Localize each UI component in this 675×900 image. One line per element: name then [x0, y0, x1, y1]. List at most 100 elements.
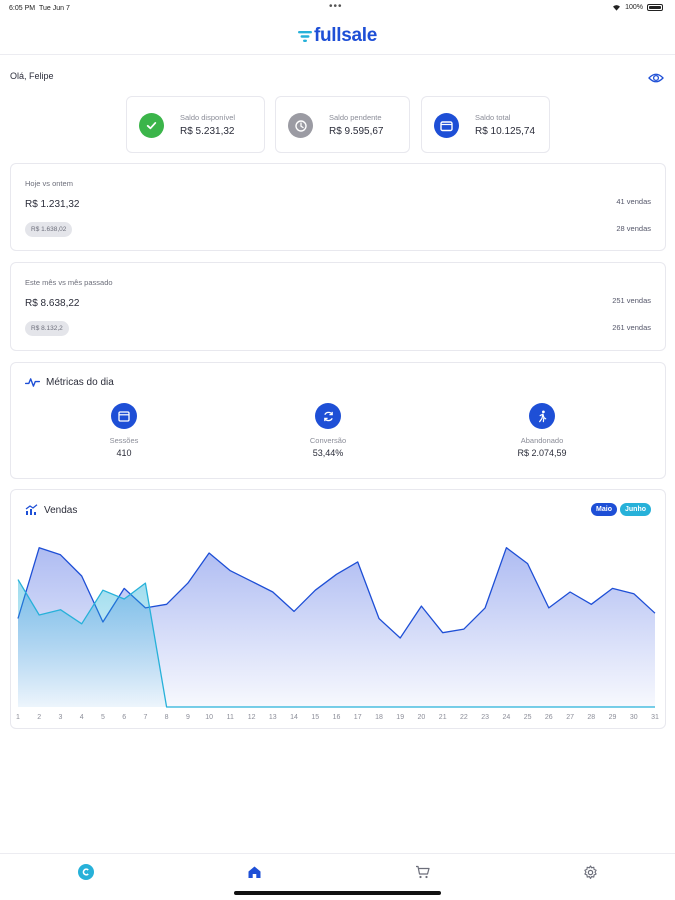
- data-point-maio-11[interactable]: [228, 569, 232, 573]
- data-point-junho-28[interactable]: [589, 705, 593, 709]
- x-tick-label: 23: [481, 714, 489, 721]
- data-point-junho-13[interactable]: [271, 705, 275, 709]
- data-point-junho-3[interactable]: [59, 608, 63, 612]
- cart-icon: [415, 865, 430, 879]
- data-point-junho-7[interactable]: [143, 581, 147, 585]
- data-point-junho-14[interactable]: [292, 705, 296, 709]
- data-point-maio-20[interactable]: [419, 604, 423, 608]
- data-point-maio-14[interactable]: [292, 609, 296, 613]
- x-tick-label: 25: [524, 714, 532, 721]
- data-point-junho-25[interactable]: [526, 705, 530, 709]
- metric-label: Conversão: [309, 436, 347, 445]
- multitask-dots-icon[interactable]: •••: [329, 1, 343, 12]
- tab-home[interactable]: [245, 863, 263, 881]
- x-tick-label: 19: [396, 714, 404, 721]
- data-point-junho-11[interactable]: [228, 705, 232, 709]
- eye-icon[interactable]: [648, 72, 664, 84]
- data-point-maio-23[interactable]: [483, 606, 487, 610]
- data-point-junho-26[interactable]: [547, 705, 551, 709]
- balance-label: Saldo total: [475, 113, 511, 122]
- month-vs-last-card[interactable]: Este mês vs mês passado R$ 8.638,22 R$ 8…: [10, 262, 666, 351]
- x-tick-label: 21: [439, 714, 447, 721]
- data-point-junho-4[interactable]: [80, 622, 84, 626]
- data-point-maio-18[interactable]: [377, 617, 381, 621]
- data-point-junho-31[interactable]: [653, 705, 657, 709]
- sales-chart: 1 2 3 4 5 6 7 8 9 10 11 12 13 14 15 16 17 18 19 20 21 22 23 24 2…: [16, 546, 659, 721]
- data-point-maio-2[interactable]: [37, 546, 41, 550]
- data-point-junho-10[interactable]: [207, 705, 211, 709]
- x-tick-label: 17: [354, 714, 362, 721]
- home-icon: [248, 866, 260, 878]
- x-tick-label: 30: [630, 714, 638, 721]
- data-point-maio-17[interactable]: [356, 560, 360, 564]
- data-point-junho-19[interactable]: [398, 705, 402, 709]
- data-point-maio-6[interactable]: [122, 586, 126, 590]
- data-point-maio-25[interactable]: [526, 562, 530, 566]
- tab-settings[interactable]: [581, 863, 599, 881]
- data-point-junho-6[interactable]: [122, 597, 126, 601]
- x-tick-label: 3: [59, 714, 63, 721]
- data-point-junho-18[interactable]: [377, 705, 381, 709]
- tab-profile[interactable]: [77, 863, 95, 881]
- x-tick-label: 10: [205, 714, 213, 721]
- app-header: fullsale: [0, 18, 675, 55]
- data-point-maio-13[interactable]: [271, 590, 275, 594]
- x-tick-label: 14: [290, 714, 298, 721]
- home-indicator: [234, 891, 441, 895]
- x-tick-label: 26: [545, 714, 553, 721]
- data-point-maio-27[interactable]: [568, 590, 572, 594]
- wallet-icon: [434, 113, 459, 138]
- data-point-junho-21[interactable]: [441, 705, 445, 709]
- data-point-maio-4[interactable]: [80, 574, 84, 578]
- data-point-junho-20[interactable]: [419, 705, 423, 709]
- sales-chart-card: Vendas Maio Junho 1 2 3 4 5 6 7 8 9 10 11 12 13 14 15 1…: [10, 489, 666, 729]
- data-point-maio-28[interactable]: [589, 602, 593, 606]
- today-vs-yesterday-card[interactable]: Hoje vs ontem R$ 1.231,32 R$ 1.638,02 41…: [10, 163, 666, 251]
- data-point-maio-12[interactable]: [250, 579, 254, 583]
- data-point-maio-26[interactable]: [547, 606, 551, 610]
- metric-conversion: Conversão 53,44%: [253, 403, 403, 458]
- data-point-junho-5[interactable]: [101, 588, 105, 592]
- data-point-maio-8[interactable]: [165, 602, 169, 606]
- data-point-junho-16[interactable]: [335, 705, 339, 709]
- data-point-maio-30[interactable]: [632, 592, 636, 596]
- check-icon: [139, 113, 164, 138]
- balance-card-pending: Saldo pendente R$ 9.595,67: [275, 96, 410, 153]
- x-tick-label: 24: [503, 714, 511, 721]
- data-point-maio-21[interactable]: [441, 631, 445, 635]
- data-point-maio-15[interactable]: [313, 588, 317, 592]
- data-point-junho-30[interactable]: [632, 705, 636, 709]
- sales-count-current: 251 vendas: [612, 296, 651, 305]
- x-tick-label: 31: [651, 714, 659, 721]
- data-point-junho-1[interactable]: [16, 578, 20, 582]
- data-point-junho-17[interactable]: [356, 705, 360, 709]
- metric-label: Abandonado: [520, 436, 564, 445]
- data-point-junho-27[interactable]: [568, 705, 572, 709]
- data-point-junho-15[interactable]: [313, 705, 317, 709]
- clock-icon: [288, 113, 313, 138]
- tab-cart[interactable]: [413, 863, 431, 881]
- metric-value: 53,44%: [312, 448, 344, 458]
- data-point-maio-31[interactable]: [653, 611, 657, 615]
- data-point-maio-29[interactable]: [611, 586, 615, 590]
- battery-icon: [647, 4, 663, 11]
- data-point-junho-24[interactable]: [504, 705, 508, 709]
- data-point-maio-3[interactable]: [59, 553, 63, 557]
- data-point-maio-16[interactable]: [335, 572, 339, 576]
- data-point-junho-9[interactable]: [186, 705, 190, 709]
- data-point-junho-2[interactable]: [37, 613, 41, 617]
- data-point-junho-22[interactable]: [462, 705, 466, 709]
- data-point-junho-23[interactable]: [483, 705, 487, 709]
- data-point-junho-12[interactable]: [250, 705, 254, 709]
- x-tick-label: 28: [587, 714, 595, 721]
- x-tick-label: 7: [143, 714, 147, 721]
- data-point-maio-19[interactable]: [398, 636, 402, 640]
- data-point-junho-8[interactable]: [165, 705, 169, 709]
- data-point-maio-24[interactable]: [504, 546, 508, 550]
- data-point-maio-22[interactable]: [462, 627, 466, 631]
- data-point-maio-9[interactable]: [186, 581, 190, 585]
- data-point-junho-29[interactable]: [611, 705, 615, 709]
- x-tick-label: 22: [460, 714, 468, 721]
- logo-text: fullsale: [313, 25, 378, 46]
- data-point-maio-10[interactable]: [207, 551, 211, 555]
